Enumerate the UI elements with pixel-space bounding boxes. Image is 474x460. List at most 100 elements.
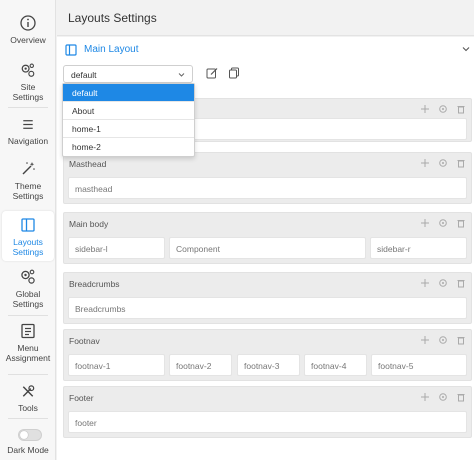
gears-icon (21, 269, 35, 284)
gear-icon[interactable] (438, 392, 448, 402)
sidebar-divider (8, 418, 48, 419)
layout-option-default[interactable]: default (63, 84, 194, 102)
sidebar-item-global-settings[interactable]: Global Settings (2, 268, 54, 310)
dark-mode-toggle[interactable] (18, 429, 42, 441)
trash-icon[interactable] (456, 104, 466, 114)
layout-cell-sidebar-r[interactable]: sidebar-r (370, 237, 467, 259)
sidebar-item-site-settings[interactable]: Site Settings (2, 62, 54, 102)
layout-cell-footnav-3[interactable]: footnav-3 (237, 354, 300, 376)
trash-icon[interactable] (456, 392, 466, 402)
sidebar-item-label: Navigation (7, 136, 49, 146)
page-title: Layouts Settings (68, 11, 157, 25)
move-icon[interactable] (420, 335, 430, 345)
menu-icon (23, 120, 33, 129)
move-icon[interactable] (420, 278, 430, 288)
page-header: Layouts Settings (57, 0, 474, 36)
layout-cell-footnav-2[interactable]: footnav-2 (169, 354, 232, 376)
sidebar-item-label: Overview (10, 35, 46, 45)
gear-icon[interactable] (438, 104, 448, 114)
dark-mode-label: Dark Mode (7, 445, 49, 455)
trash-icon[interactable] (456, 158, 466, 168)
layout-option-about[interactable]: About (63, 102, 194, 120)
layout-cell-footnav-5[interactable]: footnav-5 (371, 354, 467, 376)
sidebar-item-layouts-settings[interactable]: Layouts Settings (2, 211, 54, 261)
layout-option-home-2[interactable]: home-2 (63, 138, 194, 156)
move-icon[interactable] (420, 104, 430, 114)
sidebar-item-label: Site Settings (12, 82, 44, 102)
layout-row-masthead: Masthead masthead (63, 152, 472, 204)
layout-row-main-body: Main body sidebar-l Component sidebar-r (63, 212, 472, 264)
layout-cell-component[interactable]: Component (169, 237, 366, 259)
tools-icon (22, 385, 35, 397)
trash-icon[interactable] (456, 218, 466, 228)
layout-cell-footnav-1[interactable]: footnav-1 (68, 354, 165, 376)
layout-select-dropdown: default About home-1 home-2 (62, 83, 195, 157)
row-title: Footnav (69, 336, 100, 346)
copy-icon[interactable] (228, 67, 240, 79)
trash-icon[interactable] (456, 278, 466, 288)
row-title: Masthead (69, 159, 107, 169)
move-icon[interactable] (420, 158, 430, 168)
layout-option-home-1[interactable]: home-1 (63, 120, 194, 138)
chevron-down-icon[interactable] (462, 45, 470, 53)
layout-row-footer: Footer footer (63, 386, 472, 438)
move-icon[interactable] (420, 392, 430, 402)
move-icon[interactable] (420, 218, 430, 228)
sidebar-item-overview[interactable]: Overview (2, 14, 54, 50)
cell-label: footnav-5 (378, 361, 414, 371)
gear-icon[interactable] (438, 278, 448, 288)
layout-cell-masthead[interactable]: masthead (68, 177, 467, 199)
sidebar-item-label: Global Settings (12, 289, 44, 309)
gear-icon[interactable] (438, 335, 448, 345)
sidebar-item-label: Layouts Settings (12, 237, 44, 257)
sidebar-item-label: Theme Settings (12, 181, 44, 201)
main-layout-header[interactable]: Main Layout (57, 37, 474, 63)
trash-icon[interactable] (456, 335, 466, 345)
cell-label: masthead (75, 184, 113, 194)
gear-icon[interactable] (438, 218, 448, 228)
layout-icon (21, 218, 35, 232)
row-actions (420, 104, 466, 114)
magic-wand-icon (22, 162, 35, 175)
app-window: Overview Site Settings Navigation Theme … (0, 0, 474, 460)
sidebar-item-navigation[interactable]: Navigation (2, 116, 54, 146)
sidebar-divider (8, 315, 48, 316)
sidebar-divider (8, 107, 48, 108)
sidebar-item-theme-settings[interactable]: Theme Settings (2, 160, 54, 202)
cell-label: Breadcrumbs (75, 304, 126, 314)
layout-icon (65, 44, 77, 56)
row-actions (420, 392, 466, 402)
gear-icon[interactable] (438, 158, 448, 168)
sidebar-item-tools[interactable]: Tools (2, 383, 54, 413)
main-layout-title: Main Layout (84, 44, 139, 55)
cell-label: footnav-2 (176, 361, 212, 371)
cell-label: sidebar-r (377, 244, 411, 254)
cell-label: sidebar-l (75, 244, 108, 254)
layout-cell-footer[interactable]: footer (68, 411, 467, 433)
sidebar-divider (8, 374, 48, 375)
sidebar-item-label: Tools (18, 403, 38, 413)
cell-label: footnav-3 (244, 361, 280, 371)
layout-cell-breadcrumbs[interactable]: Breadcrumbs (68, 297, 467, 319)
sidebar-item-menu-assignment[interactable]: Menu Assignment (2, 322, 54, 364)
layout-cell-sidebar-l[interactable]: sidebar-l (68, 237, 165, 259)
row-title: Main body (69, 219, 109, 229)
row-actions (420, 278, 466, 288)
sidebar: Overview Site Settings Navigation Theme … (0, 0, 56, 460)
layout-row-breadcrumbs: Breadcrumbs Breadcrumbs (63, 272, 472, 324)
layout-cell-footnav-4[interactable]: footnav-4 (304, 354, 367, 376)
cell-label: Component (176, 244, 220, 254)
cell-label: footer (75, 418, 97, 428)
edit-icon[interactable] (206, 67, 218, 79)
row-title: Breadcrumbs (69, 279, 120, 289)
chevron-down-icon (178, 73, 185, 77)
sidebar-item-label: Menu Assignment (5, 343, 51, 363)
row-actions (420, 158, 466, 168)
row-actions (420, 335, 466, 345)
cell-label: footnav-4 (311, 361, 347, 371)
row-title: Footer (69, 393, 94, 403)
row-actions (420, 218, 466, 228)
layout-select[interactable]: default (63, 65, 193, 83)
toggle-knob (20, 431, 28, 439)
cell-label: footnav-1 (75, 361, 111, 371)
